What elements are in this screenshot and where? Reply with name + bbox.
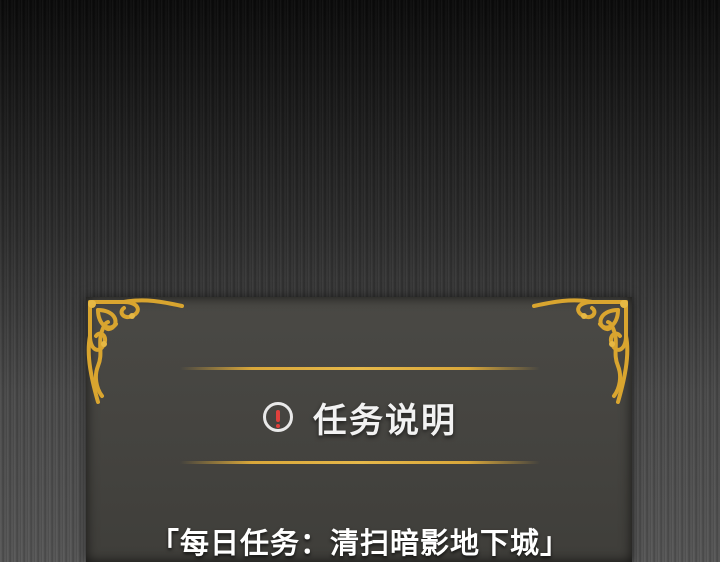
ornament-corner-left-icon xyxy=(86,298,184,404)
gold-divider-top xyxy=(180,367,540,370)
quest-name: 「每日任务：清扫暗影地下城」 xyxy=(149,526,570,560)
dialog-title-row: 任务说明 xyxy=(0,392,720,442)
gold-divider-bottom xyxy=(180,461,540,464)
alert-icon xyxy=(263,402,293,432)
ornament-corner-right-icon xyxy=(532,298,630,404)
game-scene: 任务说明 「每日任务：清扫暗影地下城」 xyxy=(0,0,720,562)
dialog-title: 任务说明 xyxy=(313,400,457,441)
